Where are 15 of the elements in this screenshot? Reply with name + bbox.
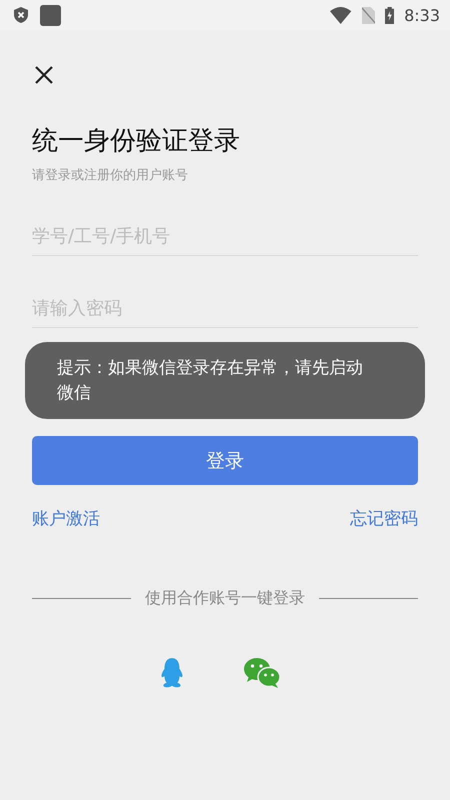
app-icon bbox=[40, 4, 61, 26]
penguin-icon[interactable] bbox=[159, 657, 185, 689]
status-time: 8:33 bbox=[404, 6, 440, 24]
login-button[interactable]: 登录 bbox=[32, 436, 418, 485]
page-title: 统一身份验证登录 bbox=[32, 125, 241, 158]
wifi-icon bbox=[330, 6, 352, 24]
chat-bubbles-icon[interactable] bbox=[243, 657, 281, 689]
shield-icon bbox=[14, 7, 28, 23]
text-link[interactable]: 账户激活 bbox=[32, 507, 100, 530]
battery-icon bbox=[384, 6, 394, 24]
no-sim-icon bbox=[362, 6, 375, 24]
page-subtitle: 请登录或注册你的用户账号 bbox=[32, 167, 189, 184]
toast-message: 提示：如果微信登录存在异常，请先启动微信 bbox=[25, 342, 425, 419]
divider-label: 使用合作账号一键登录 bbox=[145, 588, 305, 609]
text-link[interactable]: 忘记密码 bbox=[350, 507, 418, 530]
